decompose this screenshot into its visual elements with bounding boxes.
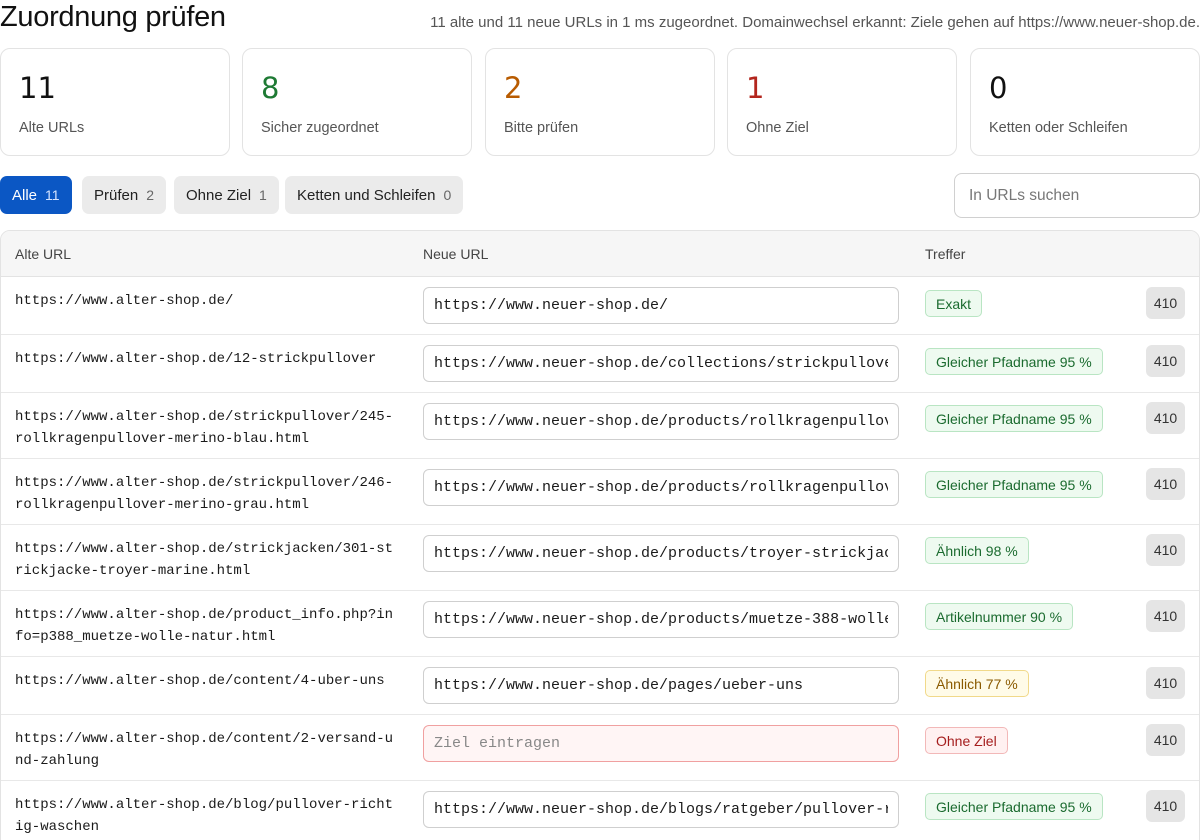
filter-tab-chains-loops[interactable]: Ketten und Schleifen 0	[285, 176, 464, 214]
filter-label: Alle	[12, 186, 38, 204]
table-row: https://www.alter-shop.de/ Exakt 410	[1, 277, 1199, 335]
column-header-old-url: Alte URL	[15, 246, 72, 262]
match-badge: Gleicher Pfadname 95 %	[925, 471, 1103, 498]
match-badge: Gleicher Pfadname 95 %	[925, 405, 1103, 432]
column-header-match: Treffer	[925, 246, 966, 262]
stat-label: Ohne Ziel	[746, 120, 809, 136]
new-url-input[interactable]	[423, 345, 899, 382]
stat-value: 2	[504, 71, 523, 105]
filter-count: 11	[45, 187, 60, 203]
mapping-table: Alte URL Neue URL Treffer https://www.al…	[0, 230, 1200, 840]
filter-count: 2	[146, 187, 154, 203]
stat-value: 8	[261, 71, 280, 105]
table-row: https://www.alter-shop.de/blog/pullover-…	[1, 781, 1199, 840]
table-body: https://www.alter-shop.de/ Exakt 410 htt…	[1, 277, 1199, 840]
table-row: https://www.alter-shop.de/strickjacken/3…	[1, 525, 1199, 591]
status-code-button[interactable]: 410	[1146, 600, 1185, 632]
table-row: https://www.alter-shop.de/strickpullover…	[1, 393, 1199, 459]
stat-card-safe-mapped: 8 Sicher zugeordnet	[242, 48, 472, 156]
filter-count: 1	[259, 187, 267, 203]
filter-label: Ketten und Schleifen	[297, 186, 436, 204]
status-code-button[interactable]: 410	[1146, 402, 1185, 434]
page-header: Zuordnung prüfen 11 alte und 11 neue URL…	[0, 0, 1200, 40]
stat-value: 1	[746, 71, 765, 105]
old-url-cell: https://www.alter-shop.de/content/2-vers…	[15, 731, 394, 769]
old-url-cell: https://www.alter-shop.de/content/4-uber…	[15, 673, 385, 689]
stat-value: 0	[989, 71, 1008, 105]
stat-card-chains-loops: 0 Ketten oder Schleifen	[970, 48, 1200, 156]
match-badge: Ähnlich 77 %	[925, 670, 1029, 697]
filter-label: Prüfen	[94, 186, 139, 204]
status-code-button[interactable]: 410	[1146, 790, 1185, 822]
match-badge: Artikelnummer 90 %	[925, 603, 1074, 630]
status-code-button[interactable]: 410	[1146, 287, 1185, 319]
search-input[interactable]	[954, 173, 1200, 218]
stat-card-old-urls: 11 Alte URLs	[0, 48, 230, 156]
filter-label: Ohne Ziel	[186, 186, 252, 204]
match-badge: Ohne Ziel	[925, 727, 1008, 754]
table-row: https://www.alter-shop.de/12-strickpullo…	[1, 335, 1199, 393]
stat-label: Bitte prüfen	[504, 120, 579, 136]
mapping-summary: 11 alte und 11 neue URLs in 1 ms zugeord…	[430, 14, 1200, 31]
match-badge: Gleicher Pfadname 95 %	[925, 348, 1103, 375]
stat-label: Sicher zugeordnet	[261, 120, 379, 136]
table-row: https://www.alter-shop.de/product_info.p…	[1, 591, 1199, 657]
table-row: https://www.alter-shop.de/content/2-vers…	[1, 715, 1199, 781]
new-url-input[interactable]	[423, 791, 899, 828]
status-code-button[interactable]: 410	[1146, 534, 1185, 566]
match-badge: Ähnlich 98 %	[925, 537, 1029, 564]
new-url-input[interactable]	[423, 725, 899, 762]
filter-tab-check[interactable]: Prüfen 2	[82, 176, 166, 214]
filter-tab-no-target[interactable]: Ohne Ziel 1	[174, 176, 279, 214]
old-url-cell: https://www.alter-shop.de/strickpullover…	[15, 409, 394, 447]
status-code-button[interactable]: 410	[1146, 468, 1185, 500]
status-code-button[interactable]: 410	[1146, 724, 1185, 756]
filter-tab-all[interactable]: Alle 11	[0, 176, 72, 214]
new-url-input[interactable]	[423, 287, 899, 324]
status-code-button[interactable]: 410	[1146, 345, 1185, 377]
old-url-cell: https://www.alter-shop.de/	[15, 293, 234, 309]
old-url-cell: https://www.alter-shop.de/strickpullover…	[15, 475, 394, 513]
status-code-button[interactable]: 410	[1146, 667, 1185, 699]
stat-card-please-check: 2 Bitte prüfen	[485, 48, 715, 156]
new-url-input[interactable]	[423, 403, 899, 440]
table-row: https://www.alter-shop.de/content/4-uber…	[1, 657, 1199, 715]
new-url-input[interactable]	[423, 667, 899, 704]
table-header: Alte URL Neue URL Treffer	[1, 231, 1199, 277]
stat-label: Ketten oder Schleifen	[989, 120, 1128, 136]
match-badge: Exakt	[925, 290, 983, 317]
filter-count: 0	[443, 187, 452, 203]
new-url-input[interactable]	[423, 601, 899, 638]
old-url-cell: https://www.alter-shop.de/12-strickpullo…	[15, 351, 377, 367]
new-url-input[interactable]	[423, 535, 899, 572]
stat-label: Alte URLs	[19, 120, 85, 136]
stats-row: 11 Alte URLs 8 Sicher zugeordnet 2 Bitte…	[0, 48, 1200, 156]
old-url-cell: https://www.alter-shop.de/product_info.p…	[15, 607, 394, 645]
new-url-input[interactable]	[423, 469, 899, 506]
match-badge: Gleicher Pfadname 95 %	[925, 793, 1103, 820]
column-header-new-url: Neue URL	[423, 246, 489, 262]
stat-card-no-target: 1 Ohne Ziel	[727, 48, 957, 156]
old-url-cell: https://www.alter-shop.de/blog/pullover-…	[15, 797, 394, 835]
stat-value: 11	[19, 71, 56, 105]
page-title: Zuordnung prüfen	[0, 1, 226, 33]
table-row: https://www.alter-shop.de/strickpullover…	[1, 459, 1199, 525]
old-url-cell: https://www.alter-shop.de/strickjacken/3…	[15, 541, 394, 579]
